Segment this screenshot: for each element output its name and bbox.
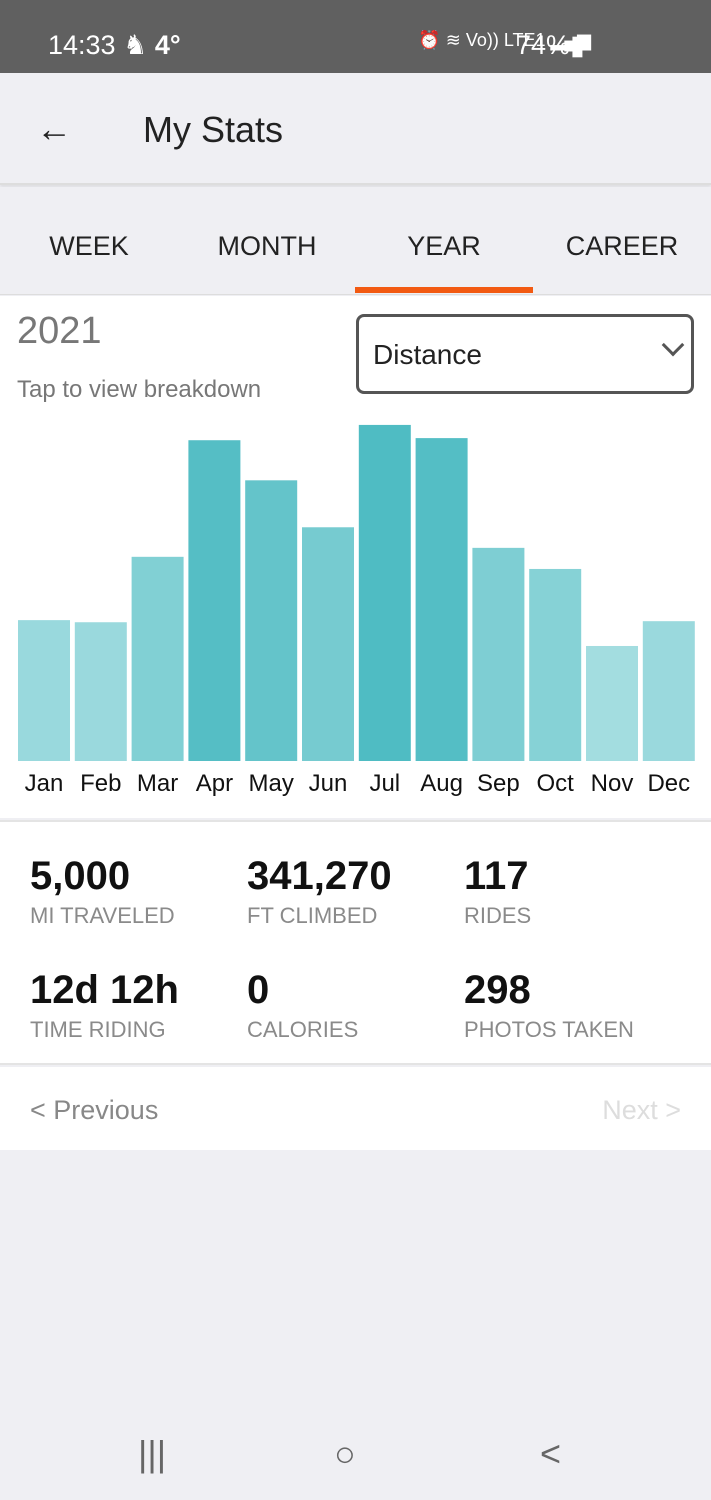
back-icon[interactable]: <: [540, 1433, 561, 1475]
bar-oct[interactable]: [529, 568, 582, 761]
stat-rides: 117 RIDES: [464, 854, 531, 929]
status-bar: 14:33 ♞ 4° ⏰ ≋ Vo)) LTE1 ▂▄▆ 74%▮: [0, 0, 711, 73]
bar-dec[interactable]: [642, 621, 695, 761]
tab-indicator: [355, 287, 533, 293]
x-tick-label: Sep: [477, 770, 520, 797]
bar-sep[interactable]: [472, 547, 525, 761]
stat-photos: 298 PHOTOS TAKEN: [464, 968, 634, 1043]
wifi-icon: ≋: [445, 30, 461, 50]
bar-jul[interactable]: [358, 424, 411, 761]
x-tick-label: Jul: [369, 770, 400, 797]
stat-value: 117: [464, 854, 529, 898]
back-arrow-icon[interactable]: ←: [36, 109, 72, 149]
x-tick-label: Nov: [591, 770, 634, 797]
home-icon[interactable]: ○: [334, 1433, 356, 1475]
bar-feb[interactable]: [74, 622, 127, 761]
previous-button[interactable]: < Previous: [30, 1095, 158, 1126]
stats-summary: 5,000 MI TRAVELED 341,270 FT CLIMBED 117 RI…: [0, 820, 711, 1065]
monthly-bar-chart[interactable]: Jan Feb Mar Apr May Jun Jul Aug Sep Oct Nov Dec: [0, 416, 711, 806]
tab-year[interactable]: YEAR: [355, 231, 533, 262]
bar-apr[interactable]: [188, 440, 241, 761]
stat-label: RIDES: [464, 903, 532, 928]
bar-mar[interactable]: [131, 556, 184, 761]
bar-nov[interactable]: [586, 645, 638, 761]
stat-value: 0: [247, 968, 270, 1012]
app-bar: ← My Stats: [0, 73, 711, 185]
x-tick-label: Jun: [309, 770, 348, 797]
metric-value: Distance: [373, 339, 482, 370]
chart-card: 2021 Tap to view breakdown Distance Jan F…: [0, 296, 711, 818]
stat-label: TIME RIDING: [30, 1017, 166, 1042]
tab-month[interactable]: MONTH: [178, 231, 356, 262]
system-nav-bar: ||| ○ <: [0, 1405, 711, 1500]
stat-distance: 5,000 MI TRAVELED: [30, 854, 175, 929]
next-button[interactable]: Next >: [602, 1095, 681, 1126]
recents-icon[interactable]: |||: [138, 1433, 166, 1475]
temperature: 4°: [154, 30, 181, 60]
bar-jan[interactable]: [18, 620, 70, 761]
period-tabs: WEEK MONTH YEAR CAREER: [0, 187, 711, 295]
stat-time: 12d 12h TIME RIDING: [30, 968, 179, 1043]
bar-may[interactable]: [245, 480, 298, 761]
tab-career[interactable]: CAREER: [533, 231, 711, 262]
stat-label: PHOTOS TAKEN: [464, 1017, 634, 1042]
x-tick-label: Apr: [196, 770, 233, 797]
x-tick-label: Aug: [420, 770, 463, 797]
year-label: 2021: [17, 310, 102, 352]
x-tick-label: Oct: [537, 770, 575, 797]
bar-jun[interactable]: [302, 527, 354, 761]
clock: 14:33: [48, 30, 116, 60]
breakdown-hint: Tap to view breakdown: [17, 376, 262, 403]
x-tick-label: Mar: [137, 770, 178, 797]
x-tick-label: Feb: [80, 770, 121, 797]
stat-value: 298: [464, 968, 531, 1012]
stat-label: FT CLIMBED: [247, 903, 378, 928]
page-title: My Stats: [143, 109, 284, 150]
stat-calories: 0 CALORIES: [247, 968, 358, 1043]
stat-value: 5,000: [30, 854, 131, 898]
stat-label: MI TRAVELED: [30, 903, 175, 928]
x-tick-label: Dec: [647, 770, 690, 797]
battery-level: 74%: [516, 30, 571, 60]
stat-value: 341,270: [247, 854, 392, 898]
stat-climbed: 341,270 FT CLIMBED: [247, 854, 392, 929]
stat-label: CALORIES: [247, 1017, 359, 1042]
tab-week[interactable]: WEEK: [0, 231, 178, 262]
stat-value: 12d 12h: [30, 968, 179, 1012]
bar-aug[interactable]: [415, 438, 468, 761]
chevron-down-icon: [661, 333, 685, 357]
weather-icon: ♞: [123, 30, 148, 60]
battery-icon: ▮: [570, 30, 585, 60]
alarm-icon: ⏰: [418, 30, 441, 50]
metric-dropdown[interactable]: Distance: [356, 314, 694, 394]
x-tick-label: Jan: [25, 770, 64, 797]
x-tick-label: May: [249, 770, 294, 797]
pager: < Previous Next >: [0, 1067, 711, 1150]
